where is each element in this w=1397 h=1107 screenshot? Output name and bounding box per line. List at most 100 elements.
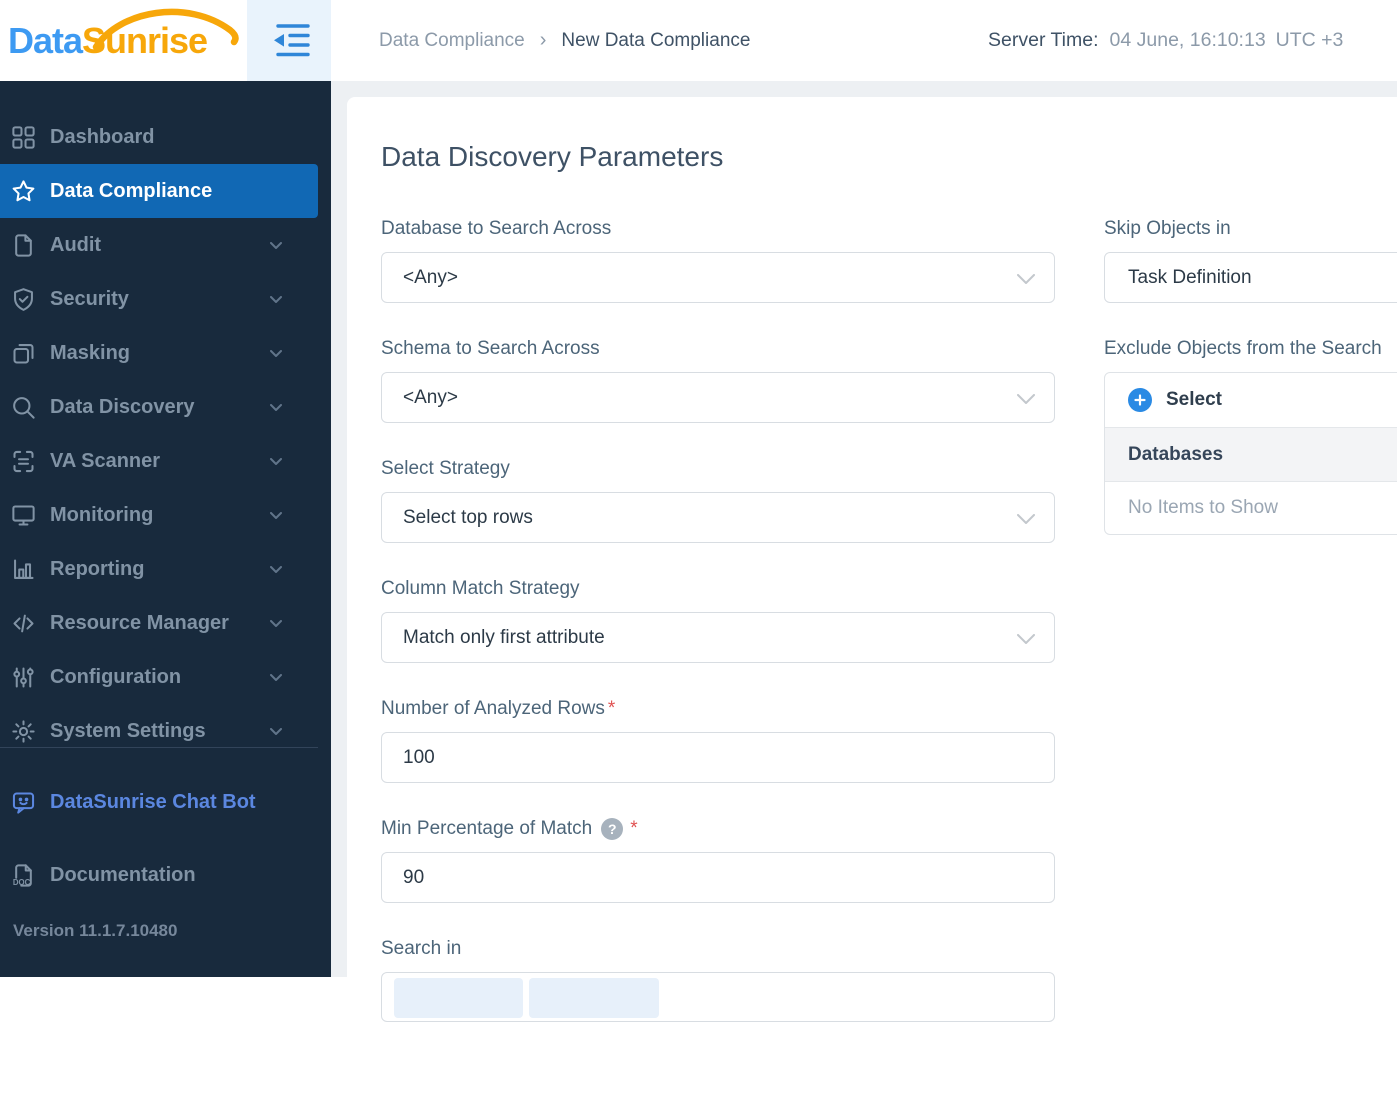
required-asterisk: *	[607, 698, 616, 719]
chevron-down-icon	[270, 350, 282, 357]
sidebar-item-chat-bot[interactable]: DataSunrise Chat Bot	[0, 775, 318, 829]
select-strategy-field: Select Strategy Select top rows	[381, 456, 1055, 543]
sidebar-item-label: VA Scanner	[50, 449, 161, 472]
top-header: Data Sunrise Data Compliance › New Data C…	[0, 0, 1397, 81]
shield-check-icon	[14, 287, 33, 311]
sidebar-item-system-settings[interactable]: System Settings	[0, 704, 331, 747]
server-timezone: UTC +3	[1275, 29, 1344, 51]
monitor-icon	[12, 504, 35, 526]
data-discovery-parameters-card: Data Discovery Parameters Database to Se…	[347, 97, 1397, 1107]
schema-select-value: <Any>	[403, 386, 458, 408]
sidebar-item-label: Data Compliance	[50, 179, 213, 202]
breadcrumb-parent-link[interactable]: Data Compliance	[379, 30, 525, 52]
sidebar: Dashboard Data Compliance Audit Security	[0, 81, 331, 977]
chevron-down-icon	[270, 458, 282, 465]
skip-objects-value: Task Definition	[1128, 266, 1252, 288]
sidebar-divider	[0, 747, 318, 748]
scanner-icon	[13, 450, 34, 472]
analyzed-rows-label: Number of Analyzed Rows *	[381, 696, 1055, 722]
exclude-objects-select-button[interactable]: Select	[1105, 373, 1397, 428]
sidebar-item-audit[interactable]: Audit	[0, 218, 331, 272]
chat-bot-icon	[12, 791, 35, 814]
chat-bot-label: DataSunrise Chat Bot	[50, 790, 256, 813]
documentation-icon: DOC	[13, 863, 32, 887]
chevron-down-icon	[1017, 274, 1035, 284]
breadcrumb: Data Compliance › New Data Compliance	[379, 0, 750, 81]
sliders-icon	[13, 666, 34, 688]
column-match-strategy-field: Column Match Strategy Match only first a…	[381, 576, 1055, 663]
empty-list-message: No Items to Show	[1128, 497, 1278, 518]
sidebar-item-monitoring[interactable]: Monitoring	[0, 488, 331, 542]
chevron-down-icon	[1017, 634, 1035, 644]
sidebar-collapse-button[interactable]	[247, 0, 331, 81]
server-time-label: Server Time:	[988, 29, 1099, 51]
select-button-label: Select	[1166, 389, 1222, 410]
chevron-down-icon	[270, 242, 282, 249]
chevron-down-icon	[270, 296, 282, 303]
sidebar-item-label: Masking	[50, 341, 131, 364]
sidebar-item-label: Configuration	[50, 665, 182, 688]
search-in-segmented-control	[381, 972, 1055, 1022]
search-in-segment-1[interactable]	[394, 978, 523, 1018]
select-strategy-value: Select top rows	[403, 506, 533, 528]
chevron-down-icon	[270, 728, 282, 735]
sidebar-item-masking[interactable]: Masking	[0, 326, 331, 380]
select-strategy-select[interactable]: Select top rows	[381, 492, 1055, 543]
schema-select[interactable]: <Any>	[381, 372, 1055, 423]
chevron-down-icon	[270, 620, 282, 627]
skip-objects-select[interactable]: Task Definition	[1104, 252, 1397, 303]
select-strategy-label: Select Strategy	[381, 458, 510, 479]
logo-text-sunrise: Sunrise	[82, 19, 208, 61]
sidebar-item-label: Dashboard	[50, 125, 155, 148]
sidebar-item-label: Monitoring	[50, 503, 154, 526]
sidebar-item-configuration[interactable]: Configuration	[0, 650, 331, 704]
column-match-strategy-select[interactable]: Match only first attribute	[381, 612, 1055, 663]
database-label: Database to Search Across	[381, 218, 612, 239]
schema-label: Schema to Search Across	[381, 338, 600, 359]
search-in-field: Search in	[381, 936, 1055, 1022]
sidebar-item-security[interactable]: Security	[0, 272, 331, 326]
skip-objects-label: Skip Objects in	[1104, 218, 1231, 239]
analyzed-rows-input[interactable]	[381, 732, 1055, 783]
server-time-value: 04 June, 16:10:13	[1109, 29, 1266, 51]
bar-chart-icon	[14, 558, 34, 579]
sidebar-item-va-scanner[interactable]: VA Scanner	[0, 434, 331, 488]
sidebar-item-label: Audit	[50, 233, 102, 256]
sidebar-item-data-compliance[interactable]: Data Compliance	[0, 164, 318, 218]
breadcrumb-separator: ›	[539, 29, 547, 51]
collapse-sidebar-icon	[274, 24, 310, 57]
database-field: Database to Search Across <Any>	[381, 216, 1055, 303]
right-column: Skip Objects in Task Definition Exclude …	[1104, 216, 1397, 535]
chevron-down-icon	[270, 512, 282, 519]
sidebar-item-data-discovery[interactable]: Data Discovery	[0, 380, 331, 434]
database-select-value: <Any>	[403, 266, 458, 288]
dashboard-icon	[12, 125, 35, 149]
search-icon	[13, 396, 35, 419]
min-percentage-input[interactable]	[381, 852, 1055, 903]
schema-field: Schema to Search Across <Any>	[381, 336, 1055, 423]
sidebar-item-resource-manager[interactable]: Resource Manager	[0, 596, 331, 650]
exclude-objects-label: Exclude Objects from the Search	[1104, 338, 1382, 359]
column-match-strategy-label: Column Match Strategy	[381, 578, 580, 599]
logo-text-data: Data	[8, 19, 83, 61]
sidebar-item-documentation[interactable]: DOC Documentation	[0, 848, 318, 902]
chevron-down-icon	[1017, 514, 1035, 524]
code-icon	[13, 614, 34, 632]
page-title: Data Discovery Parameters	[381, 141, 724, 172]
chevron-down-icon	[1017, 394, 1035, 404]
sidebar-item-label: Security	[50, 287, 129, 310]
database-select[interactable]: <Any>	[381, 252, 1055, 303]
exclude-objects-panel: Select Databases No Items to Show	[1104, 372, 1397, 535]
documentation-label: Documentation	[50, 863, 196, 886]
breadcrumb-current: New Data Compliance	[561, 29, 751, 51]
plus-icon	[1128, 388, 1152, 412]
column-match-strategy-value: Match only first attribute	[403, 626, 605, 648]
sidebar-item-reporting[interactable]: Reporting	[0, 542, 331, 596]
sidebar-item-dashboard[interactable]: Dashboard	[0, 110, 331, 164]
chevron-down-icon	[270, 566, 282, 573]
version-text: Version 11.1.7.10480	[13, 921, 178, 940]
min-percentage-label: Min Percentage of Match ? *	[381, 816, 1055, 842]
datasunrise-logo[interactable]: Data Sunrise	[8, 0, 239, 81]
help-icon[interactable]: ?	[601, 818, 624, 840]
search-in-segment-2[interactable]	[529, 978, 659, 1018]
